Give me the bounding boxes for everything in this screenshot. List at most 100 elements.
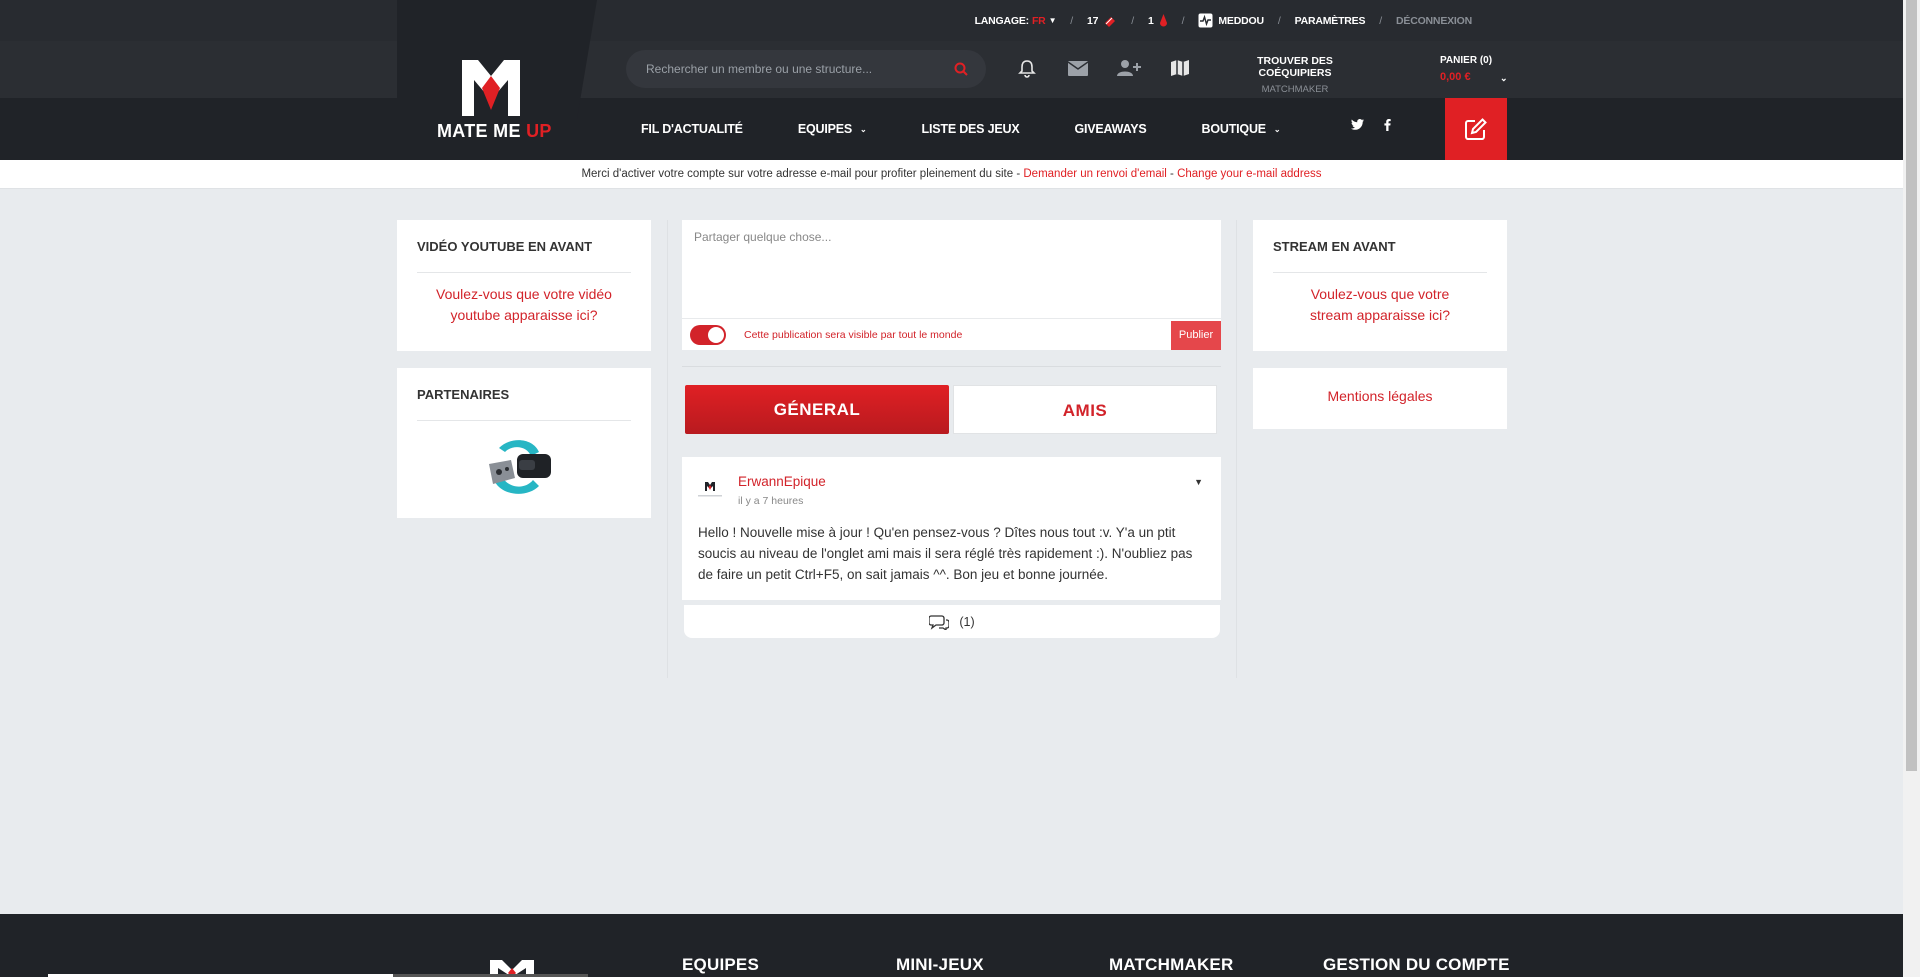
- username: MEDDOU: [1218, 14, 1264, 27]
- search-bar: [626, 50, 986, 88]
- compose-button[interactable]: [1445, 98, 1507, 160]
- youtube-card: VIDÉO YOUTUBE EN AVANT Voulez-vous que v…: [397, 220, 651, 351]
- youtube-cta[interactable]: Voulez-vous que votre vidéo youtube appa…: [397, 273, 651, 337]
- search-icon[interactable]: [954, 62, 968, 76]
- divider: [417, 420, 631, 421]
- find-teammates-link[interactable]: TROUVER DES COÉQUIPIERS MATCHMAKER: [1230, 55, 1360, 95]
- coins-counter[interactable]: 17: [1087, 15, 1117, 27]
- scrollbar-thumb[interactable]: [1906, 0, 1917, 771]
- separator: /: [1181, 14, 1185, 27]
- main-nav: FIL D'ACTUALITÉ EQUIPES ⌄ LISTE DES JEUX …: [641, 98, 1335, 160]
- logo-text-accent: UP: [526, 121, 552, 141]
- chevron-down-icon: ⌄: [860, 124, 867, 134]
- comments-button[interactable]: (1): [684, 605, 1220, 638]
- nav-item-teams[interactable]: EQUIPES ⌄: [798, 122, 867, 136]
- drop-icon: [1159, 14, 1167, 27]
- nav-label: BOUTIQUE: [1201, 122, 1267, 136]
- bell-icon: [1018, 59, 1036, 78]
- user-profile-link[interactable]: MEDDOU: [1198, 13, 1264, 28]
- logout-link[interactable]: DÉCONNEXION: [1396, 15, 1472, 27]
- email-activation-notice: Merci d'activer votre compte sur votre a…: [0, 160, 1903, 189]
- youtube-card-title: VIDÉO YOUTUBE EN AVANT: [417, 239, 593, 254]
- chevron-down-icon: ⌄: [1273, 124, 1281, 134]
- nav-item-shop[interactable]: BOUTIQUE ⌄: [1202, 122, 1281, 136]
- comments-count: (1): [959, 614, 975, 629]
- language-label: LANGAGE:: [974, 14, 1030, 27]
- tab-general[interactable]: GÉNERAL: [685, 385, 949, 434]
- card-title: VIDÉO YOUTUBE EN AVANT: [397, 220, 651, 273]
- logo-text-main: MATE ME: [437, 121, 527, 141]
- drops-counter[interactable]: 1: [1148, 14, 1168, 27]
- map-button[interactable]: [1168, 56, 1192, 80]
- cart-price: 0,00 €: [1440, 71, 1471, 83]
- composer-footer: Cette publication sera visible par tout …: [682, 318, 1221, 350]
- visibility-text: Cette publication sera visible par tout …: [744, 328, 963, 341]
- nav-item-games-list[interactable]: LISTE DES JEUX: [922, 122, 1020, 136]
- stream-card: STREAM EN AVANT Voulez-vous que votre st…: [1253, 220, 1507, 351]
- feed-post: ErwannEpique il y a 7 heures ▼ Hello ! N…: [682, 457, 1221, 600]
- find-teammates-sub: MATCHMAKER: [1261, 84, 1329, 95]
- footer-col-mini-games: MINI-JEUX: [896, 955, 984, 974]
- legal-link[interactable]: Mentions légales: [1253, 368, 1507, 425]
- separator: /: [1070, 14, 1074, 27]
- visibility-toggle[interactable]: [690, 324, 726, 345]
- activity-icon: [1198, 13, 1213, 28]
- legal-card: Mentions légales: [1253, 368, 1507, 429]
- nav-label: FIL D'ACTUALITÉ: [641, 122, 743, 136]
- nav-label: LISTE DES JEUX: [921, 122, 1020, 136]
- facebook-icon[interactable]: [1384, 119, 1391, 131]
- toggle-knob: [708, 326, 724, 343]
- logo-text[interactable]: MATE ME UP: [437, 121, 552, 142]
- partners-card: PARTENAIRES: [397, 368, 651, 518]
- tab-friends[interactable]: AMIS: [953, 385, 1217, 434]
- settings-link[interactable]: PARAMÈTRES: [1295, 15, 1366, 27]
- edit-icon: [1465, 118, 1487, 140]
- ticket-icon: [1105, 16, 1116, 27]
- post-timestamp: il y a 7 heures: [738, 495, 804, 507]
- notifications-button[interactable]: [1015, 56, 1039, 80]
- search-input[interactable]: [646, 62, 954, 76]
- post-options-caret-icon[interactable]: ▼: [1194, 477, 1203, 487]
- friend-requests-button[interactable]: [1117, 56, 1141, 80]
- social-links: [1351, 119, 1391, 131]
- twitter-icon[interactable]: [1351, 119, 1364, 130]
- chevron-down-icon: ⌄: [1500, 73, 1508, 83]
- cart-label: PANIER (0): [1440, 55, 1493, 66]
- divider: [682, 366, 1221, 367]
- language-selector[interactable]: LANGAGE: FR ▼: [975, 15, 1057, 27]
- nav-item-giveaways[interactable]: GIVEAWAYS: [1074, 122, 1146, 136]
- separator: /: [1277, 14, 1281, 27]
- notice-text: Merci d'activer votre compte sur votre a…: [581, 168, 1024, 180]
- caret-down-icon: ▼: [1048, 16, 1057, 25]
- resend-email-link[interactable]: Demander un renvoi d'email: [1023, 168, 1166, 180]
- post-body: Hello ! Nouvelle mise à jour ! Qu'en pen…: [698, 525, 1193, 582]
- stream-cta[interactable]: Voulez-vous que votre stream apparaisse …: [1253, 273, 1507, 337]
- notice-separator: -: [1166, 168, 1178, 180]
- separator: /: [1131, 14, 1135, 27]
- nav-item-news-feed[interactable]: FIL D'ACTUALITÉ: [641, 122, 743, 136]
- language-value: FR: [1031, 14, 1046, 27]
- card-title: STREAM EN AVANT: [1253, 220, 1507, 273]
- comments-icon: [929, 614, 950, 630]
- envelope-icon: [1068, 60, 1088, 76]
- nav-label: EQUIPES: [797, 122, 853, 136]
- avatar[interactable]: [694, 477, 726, 501]
- post-input[interactable]: [682, 220, 1221, 318]
- add-user-icon: [1117, 60, 1141, 76]
- logo-icon[interactable]: [460, 58, 522, 118]
- map-icon: [1171, 60, 1189, 76]
- partner-logo[interactable]: [481, 438, 561, 498]
- cart-dropdown[interactable]: PANIER (0) 0,00 € ⌄: [1440, 55, 1508, 83]
- publish-button[interactable]: Publier: [1171, 321, 1221, 350]
- footer-col-matchmaker: MATCHMAKER: [1109, 955, 1234, 974]
- footer-col-teams: EQUIPES: [682, 955, 759, 974]
- change-email-link[interactable]: Change your e-mail address: [1177, 168, 1321, 180]
- footer-col-account: GESTION DU COMPTE: [1323, 955, 1510, 974]
- partners-card-title: PARTENAIRES: [417, 387, 510, 402]
- nav-label: GIVEAWAYS: [1074, 122, 1147, 136]
- header-icons: [1015, 56, 1192, 80]
- card-title: PARTENAIRES: [397, 368, 651, 421]
- post-author-link[interactable]: ErwannEpique: [738, 474, 826, 489]
- messages-button[interactable]: [1066, 56, 1090, 80]
- separator: /: [1379, 14, 1383, 27]
